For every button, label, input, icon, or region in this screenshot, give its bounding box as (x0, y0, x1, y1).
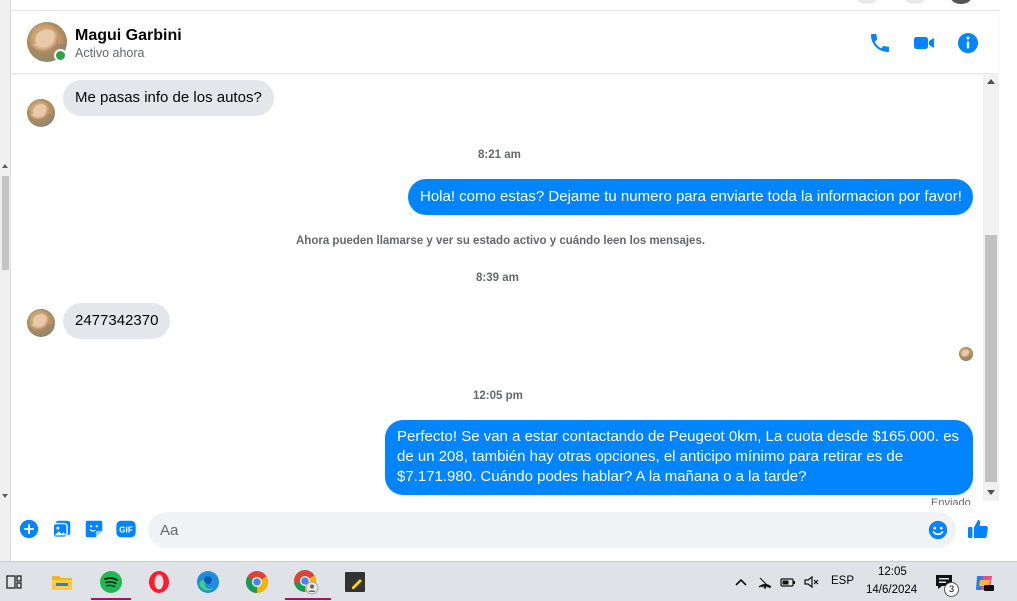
image-icon[interactable] (51, 518, 73, 540)
message-scroll-down-arrow[interactable] (987, 490, 995, 495)
sent-status: Enviado (931, 497, 971, 505)
input-language[interactable]: ESP (831, 575, 854, 587)
chat-window: Magui Garbini Activo ahora Me pasas info… (11, 11, 999, 561)
task-view-button[interactable] (0, 566, 34, 598)
page-scroll-thumb[interactable] (2, 176, 9, 270)
toolbar-avatar-remnant (951, 0, 971, 4)
copilot-icon[interactable] (973, 572, 995, 594)
file-explorer-icon (52, 576, 72, 590)
page-scrollbar[interactable] (0, 0, 11, 561)
message-bubble: Hola! como estas? Dejame tu numero para … (408, 179, 973, 215)
clock-date[interactable]: 14/6/2024 (866, 584, 917, 596)
toolbar-button-remnant (905, 0, 925, 4)
message-composer: GIF (11, 509, 999, 553)
clock-time[interactable]: 12:05 (878, 566, 907, 578)
message-outgoing[interactable]: Perfecto! Se van a estar contactando de … (385, 420, 973, 495)
info-icon[interactable] (956, 31, 980, 55)
message-timestamp: 12:05 pm (473, 390, 523, 402)
seen-indicator-avatar (959, 347, 973, 361)
chevron-up-icon[interactable] (733, 574, 749, 590)
wifi-icon[interactable] (757, 574, 773, 590)
chrome-profile-icon (294, 570, 319, 595)
message-outgoing[interactable]: Hola! como estas? Dejame tu numero para … (408, 179, 973, 215)
message-bubble: 2477342370 (63, 303, 171, 339)
notification-badge: 3 (944, 582, 959, 597)
chrome-icon (246, 571, 268, 593)
emoji-icon[interactable] (927, 519, 949, 541)
phone-icon[interactable] (868, 31, 892, 55)
message-scroll-up-arrow[interactable] (987, 79, 995, 84)
toolbar-button-remnant (857, 0, 877, 4)
gif-label: GIF (119, 526, 133, 535)
spotify-button[interactable] (91, 566, 131, 598)
message-timestamp: 8:21 am (478, 149, 521, 161)
chat-header: Magui Garbini Activo ahora (11, 11, 999, 74)
file-explorer-button[interactable] (42, 566, 82, 598)
taskbar-active-indicator (285, 598, 331, 600)
message-list[interactable]: Me pasas info de los autos? 8:21 am Hola… (11, 75, 983, 505)
opera-icon (149, 571, 169, 593)
page-scroll-down-arrow[interactable] (2, 494, 8, 498)
spotify-icon (100, 571, 122, 593)
battery-icon[interactable] (780, 574, 796, 590)
message-avatar[interactable] (27, 309, 55, 337)
message-incoming[interactable]: 2477342370 (63, 303, 171, 339)
online-status-dot (54, 49, 67, 62)
message-bubble: Me pasas info de los autos? (63, 80, 274, 116)
system-notice: Ahora pueden llamarse y ver su estado ac… (296, 235, 706, 247)
contact-status: Activo ahora (75, 46, 145, 60)
task-view-icon (6, 575, 22, 589)
message-scrollbar[interactable] (983, 75, 999, 501)
message-timestamp: 8:39 am (476, 272, 519, 284)
volume-muted-icon[interactable] (803, 574, 819, 590)
sticky-notes-icon (345, 572, 365, 592)
plus-circle-icon[interactable] (18, 518, 40, 540)
top-toolbar-remnant (11, 0, 999, 11)
video-camera-icon[interactable] (912, 31, 936, 55)
message-input[interactable] (148, 512, 956, 548)
sticker-icon[interactable] (83, 518, 105, 540)
taskbar-active-indicator (91, 598, 131, 600)
chrome-button[interactable] (237, 566, 277, 598)
chrome-profile-button[interactable] (286, 566, 326, 598)
message-scroll-thumb[interactable] (985, 235, 997, 482)
page-scroll-up-arrow[interactable] (2, 164, 8, 168)
opera-button[interactable] (139, 566, 179, 598)
thumbs-up-icon[interactable] (966, 517, 990, 541)
sticky-notes-button[interactable] (335, 566, 375, 598)
page-right-margin (999, 0, 1017, 561)
contact-name[interactable]: Magui Garbini (75, 27, 182, 45)
edge-icon (197, 571, 219, 593)
message-bubble: Perfecto! Se van a estar contactando de … (385, 420, 973, 495)
message-incoming[interactable]: Me pasas info de los autos? (63, 80, 274, 116)
windows-taskbar: ESP 12:05 14/6/2024 3 (0, 561, 1017, 601)
message-avatar[interactable] (27, 99, 55, 127)
gif-icon[interactable]: GIF (115, 518, 137, 540)
edge-button[interactable] (188, 566, 228, 598)
